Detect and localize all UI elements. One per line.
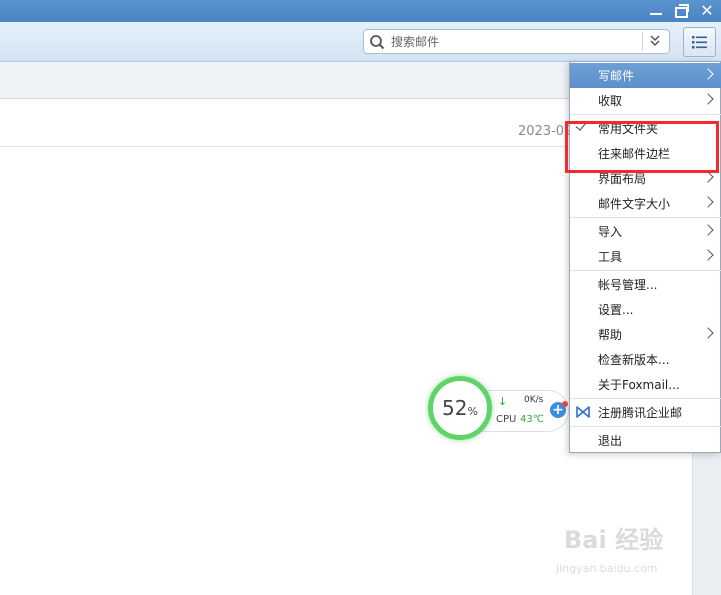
chevron-right-icon [702,68,714,80]
network-speed: 0K/s [524,395,544,405]
menu-item-label: 邮件文字大小 [598,197,671,211]
cpu-temperature: 43℃ [520,414,544,425]
menu-separator [570,217,721,218]
chevron-right-icon [702,327,714,339]
watermark-url: jingyan.baidu.com [556,562,658,575]
menu-separator [570,426,721,427]
menu-separator [570,398,721,399]
menu-item-register-exmail[interactable]: 注册腾讯企业邮 [570,400,721,425]
main-toolbar [0,22,721,62]
menu-item-label: 关于Foxmail... [598,378,680,392]
menu-item-label: 导入 [598,225,623,239]
menu-item-label: 设置... [598,303,634,317]
menu-item-about[interactable]: 关于Foxmail... [570,372,721,397]
notification-dot [562,401,568,407]
double-chevron-down-icon [649,35,660,47]
search-icon[interactable] [369,34,385,50]
menu-item-label: 注册腾讯企业邮 [598,406,683,420]
tencent-exmail-icon [576,406,590,418]
menu-item-label: 帮助 [598,328,623,342]
baidu-watermark: Bai 经验 jingyan.baidu.com [556,520,696,580]
divider [0,146,570,147]
menu-item-import[interactable]: 导入 [570,219,721,244]
chevron-right-icon [702,93,714,105]
window-title-bar: ✕ [0,0,721,22]
search-box [363,29,670,54]
menu-item-label: 帐号管理... [598,278,658,292]
menu-item-label: 退出 [598,434,623,448]
chevron-right-icon [702,249,714,261]
search-options-dropdown[interactable] [642,32,666,51]
menu-item-exit[interactable]: 退出 [570,428,721,453]
memory-percent-value: 52 [442,396,468,420]
minimize-icon[interactable] [646,1,666,21]
list-menu-icon [692,36,707,49]
menu-item-label: 写邮件 [598,69,635,83]
main-menu-button[interactable] [683,27,716,57]
chevron-right-icon [702,224,714,236]
menu-item-check-update[interactable]: 检查新版本... [570,347,721,372]
memory-usage-ring[interactable]: 52% [428,376,492,440]
menu-item-label: 收取 [598,94,623,108]
menu-item-help[interactable]: 帮助 [570,322,721,347]
menu-item-label: 工具 [598,250,623,264]
menu-item-compose[interactable]: 写邮件 [570,63,721,88]
download-arrow-icon: ↓ [498,395,508,408]
close-icon[interactable]: ✕ [697,1,717,21]
menu-item-tools[interactable]: 工具 [570,244,721,269]
menu-item-settings[interactable]: 设置... [570,297,721,322]
chevron-right-icon [702,196,714,208]
menu-item-font-size[interactable]: 邮件文字大小 [570,191,721,216]
memory-percent: 52% [433,396,487,420]
chevron-right-icon [702,171,714,183]
menu-item-receive[interactable]: 收取 [570,88,721,113]
main-dropdown-menu: 写邮件 收取 常用文件夹 往来邮件边栏 界面布局 邮件文字大小 导入 工具 帐号… [569,61,721,453]
search-input[interactable] [391,32,636,51]
menu-item-label: 检查新版本... [598,353,670,367]
menu-separator [570,270,721,271]
menu-item-account-management[interactable]: 帐号管理... [570,272,721,297]
watermark-brand: Bai 经验 [564,526,664,554]
memory-percent-unit: % [467,405,478,418]
menu-separator [570,114,721,115]
restore-icon[interactable] [671,1,691,21]
cpu-label: CPU [496,414,517,425]
highlight-annotation [565,121,719,173]
